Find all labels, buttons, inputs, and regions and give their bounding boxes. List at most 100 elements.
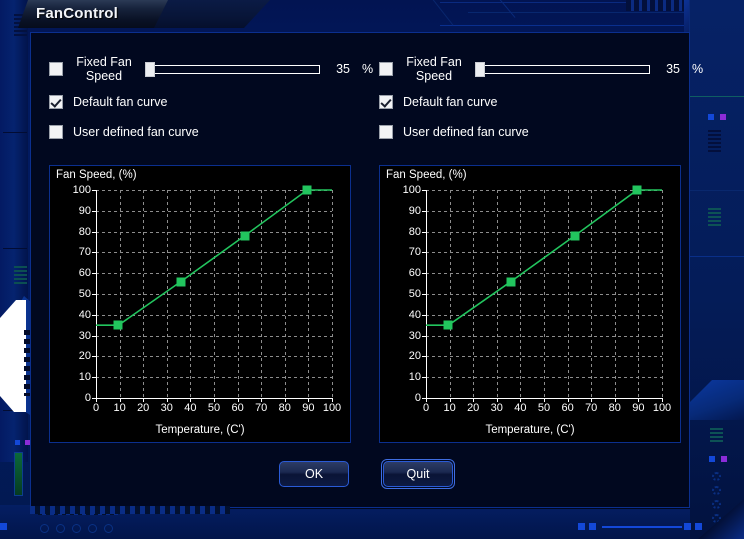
ok-button[interactable]: OK: [279, 461, 349, 487]
fixed-fan-speed-label-line2-1: Speed: [85, 69, 123, 83]
chart-control-point[interactable]: [570, 231, 580, 241]
deco-right-dot-purple: [720, 114, 726, 120]
slider-thumb-1[interactable]: [145, 61, 155, 77]
chart-xtick-label: 90: [302, 402, 315, 414]
chart-control-point[interactable]: [113, 320, 123, 330]
deco-left-lines-2: [14, 266, 27, 286]
chart-xtick-label: 70: [585, 402, 598, 414]
user-defined-fan-curve-row-2[interactable]: User defined fan curve: [379, 125, 529, 139]
chart-xtick-label: 20: [467, 402, 480, 414]
deco-right-lines-1: [708, 130, 721, 154]
deco-left-gauge: [14, 452, 23, 496]
chart-gridline-vertical: [662, 190, 663, 398]
slider-thumb-2[interactable]: [475, 61, 485, 77]
chart-ytick-label: 70: [408, 246, 421, 259]
fixed-fan-speed-label-line1-2: Fixed Fan: [406, 55, 462, 69]
chart-ytick-label: 10: [78, 371, 91, 384]
chart-xtick-label: 80: [278, 402, 291, 414]
default-fan-curve-label-2: Default fan curve: [403, 95, 498, 109]
fixed-fan-speed-row-2: Fixed Fan Speed 35 %: [379, 55, 703, 83]
fixed-fan-speed-label-line2-2: Speed: [415, 69, 453, 83]
chart-title-1: Fan Speed, (%): [56, 169, 137, 181]
default-fan-curve-row-1[interactable]: Default fan curve: [49, 95, 168, 109]
chart-ytick-label: 40: [78, 308, 91, 321]
chart-xtick-label: 90: [632, 402, 645, 414]
chart-title-2: Fan Speed, (%): [386, 169, 467, 181]
deco-right-dot-blue-2: [709, 456, 715, 462]
deco-diagonal-1: [428, 0, 454, 26]
deco-diagonal-2: [498, 0, 516, 18]
slider-track-2[interactable]: [484, 64, 650, 74]
chart-ytick-label: 100: [72, 184, 91, 196]
chart-ytick-label: 60: [78, 267, 91, 280]
default-fan-curve-label-1: Default fan curve: [73, 95, 168, 109]
deco-right-dot-blue: [708, 114, 714, 120]
fixed-fan-speed-checkbox-2[interactable]: [379, 62, 393, 76]
chart-xtick-label: 0: [92, 402, 100, 414]
chart-xlabel-2: Temperature, (C'): [485, 424, 575, 436]
chart-control-point[interactable]: [240, 231, 250, 241]
user-defined-fan-curve-row-1[interactable]: User defined fan curve: [49, 125, 199, 139]
fixed-fan-speed-slider-1[interactable]: [145, 61, 320, 77]
window-title: FanControl: [36, 5, 118, 22]
fan-curve-chart-1[interactable]: Fan Speed, (%) 0 10 20 30 40 50 60 70 80 90 100 0 10…: [49, 165, 351, 443]
chart-plot-area-2[interactable]: 0 10 20 30 40 50 60 70 80 90 100 0 10 20 30 40 50 60 70 80 9…: [403, 184, 672, 414]
chart-ytick-label: 80: [78, 225, 91, 238]
chart-ytick-label: 50: [408, 288, 421, 300]
fixed-fan-speed-checkbox-1[interactable]: [49, 62, 63, 76]
chart-x-axis: [426, 398, 662, 399]
chart-plot-area-1[interactable]: 0 10 20 30 40 50 60 70 80 90 100 0 10 20 30 40 50 60 70 80 9…: [73, 184, 342, 414]
fixed-fan-speed-label-1: Fixed Fan Speed: [71, 55, 137, 83]
chart-curve: [426, 189, 662, 326]
chart-ytick-label: 90: [408, 204, 421, 217]
chart-xtick-label: 10: [443, 402, 456, 414]
fan-panel-2: Fixed Fan Speed 35 % Default fan curve U…: [379, 47, 703, 457]
deco-bottom-square: [589, 523, 596, 530]
chart-gridline-vertical: [332, 190, 333, 398]
fixed-fan-speed-row-1: Fixed Fan Speed 35 %: [49, 55, 373, 83]
chart-control-point[interactable]: [506, 277, 516, 287]
deco-left-divider-1: [3, 132, 27, 133]
chart-control-point[interactable]: [632, 185, 642, 195]
chart-x-axis: [96, 398, 332, 399]
deco-bottom-square: [0, 523, 7, 530]
chart-ytick-label: 0: [84, 392, 91, 404]
chart-xtick-label: 80: [608, 402, 621, 414]
deco-bottom-circle: [56, 524, 65, 533]
chart-control-point[interactable]: [443, 320, 453, 330]
deco-bottom-circle: [40, 524, 49, 533]
chart-xtick-label: 0: [422, 402, 430, 414]
default-fan-curve-checkbox-2[interactable]: [379, 95, 393, 109]
chart-control-point[interactable]: [302, 185, 312, 195]
fixed-fan-speed-label-line1-1: Fixed Fan: [76, 55, 132, 69]
deco-bottom-line: [602, 526, 682, 528]
slider-track-1[interactable]: [154, 64, 320, 74]
chart-control-point[interactable]: [176, 277, 186, 287]
user-defined-fan-curve-checkbox-2[interactable]: [379, 125, 393, 139]
chart-ytick-label: 10: [408, 371, 421, 384]
fixed-fan-speed-unit-2: %: [692, 62, 704, 76]
default-fan-curve-row-2[interactable]: Default fan curve: [379, 95, 498, 109]
fan-curve-chart-2[interactable]: Fan Speed, (%) 0 10 20 30 40 50 60 70 80 90 100 0 10…: [379, 165, 681, 443]
deco-right-bottom-corner: [698, 499, 744, 539]
gear-icon: [712, 486, 721, 495]
chart-ytick-label: 40: [408, 308, 421, 321]
deco-top-line-3: [440, 25, 700, 26]
gear-icon: [712, 472, 721, 481]
chart-ytick-label: 90: [78, 204, 91, 217]
chart-xtick-label: 100: [322, 402, 342, 414]
default-fan-curve-checkbox-1[interactable]: [49, 95, 63, 109]
chart-xtick-label: 10: [113, 402, 126, 414]
deco-bottom-square: [578, 523, 585, 530]
user-defined-fan-curve-checkbox-1[interactable]: [49, 125, 63, 139]
deco-right-lines-2: [708, 208, 721, 228]
fixed-fan-speed-slider-2[interactable]: [475, 61, 650, 77]
deco-left-dot-blue: [15, 440, 20, 445]
fixed-fan-speed-unit-1: %: [362, 62, 374, 76]
chart-curve: [96, 189, 332, 326]
deco-bottom-circle: [104, 524, 113, 533]
user-defined-fan-curve-label-1: User defined fan curve: [73, 125, 199, 139]
chart-xtick-label: 100: [652, 402, 672, 414]
quit-button[interactable]: Quit: [383, 461, 453, 487]
chart-xtick-label: 30: [160, 402, 173, 414]
